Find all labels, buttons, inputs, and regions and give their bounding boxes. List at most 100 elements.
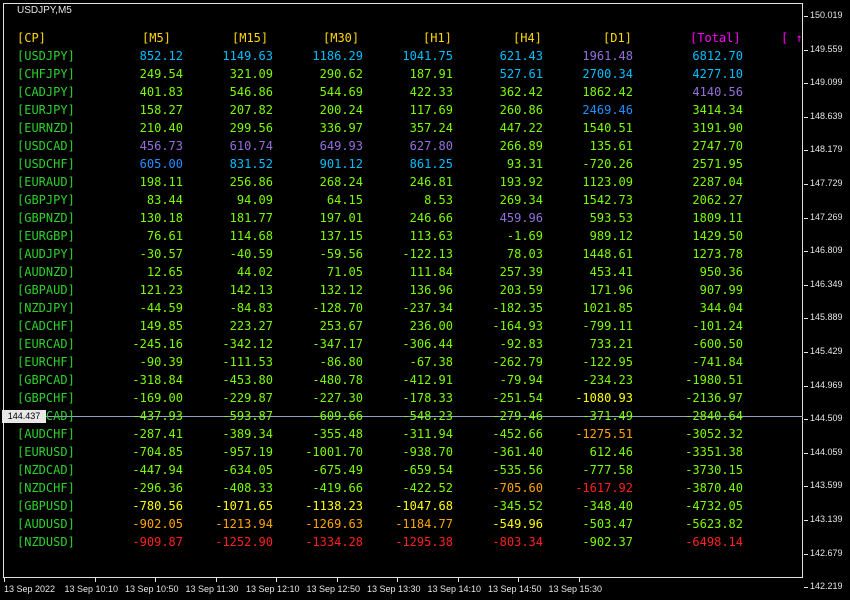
price-label: 148.639 — [810, 110, 843, 121]
d1-value: 171.96 — [589, 283, 633, 297]
h1-value: 357.24 — [409, 121, 453, 135]
h1-value: 117.69 — [409, 103, 453, 117]
m15-value: 142.13 — [229, 283, 273, 297]
m5-value: -245.16 — [132, 337, 183, 351]
time-tick — [94, 578, 96, 582]
pair-label: [USDJPY] — [17, 49, 75, 63]
total-value: 907.99 — [699, 283, 743, 297]
h1-value: 422.33 — [409, 85, 453, 99]
time-axis[interactable]: 13 Sep 2022 13 Sep 10:10 13 Sep 10:50 13 Se… — [0, 578, 804, 600]
m30-value: -1269.63 — [305, 517, 363, 531]
h4-value: 621.43 — [499, 49, 543, 63]
time-tick — [215, 578, 217, 582]
d1-value: 453.41 — [589, 265, 633, 279]
m15-value: -84.83 — [229, 301, 273, 315]
m5-value: 149.85 — [139, 319, 183, 333]
pair-label: [GBPCHF] — [17, 391, 75, 405]
total-value: -600.50 — [692, 337, 743, 351]
price-tick — [804, 184, 808, 185]
d1-value: 2700.34 — [582, 67, 633, 81]
h1-value: 246.81 — [409, 175, 453, 189]
price-tick — [804, 251, 808, 253]
h1-value: -422.52 — [402, 481, 453, 495]
total-value: -3870.40 — [685, 481, 743, 495]
m15-value: -229.87 — [222, 391, 273, 405]
price-tick — [804, 452, 808, 454]
m5-value: -90.39 — [139, 355, 183, 369]
m30-value: 649.93 — [319, 139, 363, 153]
h4-value: -164.93 — [492, 319, 543, 333]
h4-value: -803.34 — [492, 535, 543, 549]
price-tick — [804, 587, 808, 589]
h4-value: -549.96 — [492, 517, 543, 531]
d1-value: -720.26 — [582, 157, 633, 171]
m5-value: -909.87 — [132, 535, 183, 549]
pair-label: [EURCHF] — [17, 355, 75, 369]
m15-value: -1252.90 — [215, 535, 273, 549]
d1-value: -348.40 — [582, 499, 633, 513]
time-label: 13 Sep 15:30 — [548, 584, 603, 594]
m15-value: 223.27 — [229, 319, 273, 333]
h1-value: 627.80 — [409, 139, 453, 153]
m30-value: 71.05 — [326, 265, 363, 279]
d1-value: 1961.48 — [582, 49, 633, 63]
m5-value: 76.61 — [146, 229, 183, 243]
price-tick — [804, 486, 808, 488]
pair-label: [EURCAD] — [17, 337, 75, 351]
m15-value: 207.82 — [229, 103, 273, 117]
price-tick — [804, 520, 808, 521]
d1-value: -799.11 — [582, 319, 633, 333]
h1-value: -1047.68 — [395, 499, 453, 513]
m5-value: 456.73 — [139, 139, 183, 153]
time-tick — [155, 578, 156, 582]
price-scale[interactable]: 150.019 149.559 149.099 148.639 148.179 147.7… — [804, 0, 850, 600]
m30-value: -419.66 — [312, 481, 363, 495]
pair-label: [GBPAUD] — [17, 283, 75, 297]
h1-value: -306.44 — [402, 337, 453, 351]
m15-value: 831.52 — [229, 157, 273, 171]
m5-value: -169.00 — [132, 391, 183, 405]
m30-value: -1001.70 — [305, 445, 363, 459]
header-cp: [CP] — [17, 31, 46, 45]
price-tick — [804, 419, 808, 421]
m5-value: 83.44 — [146, 193, 183, 207]
m5-value: -437.93 — [132, 409, 183, 423]
price-tick — [804, 352, 808, 353]
h1-value: 111.84 — [409, 265, 453, 279]
total-value: -3351.38 — [685, 445, 743, 459]
price-tick — [804, 284, 808, 286]
time-label: 13 Sep 13:30 — [367, 584, 421, 594]
m30-value: -675.49 — [312, 463, 363, 477]
h4-value: 93.31 — [506, 157, 543, 171]
d1-value: 135.61 — [589, 139, 633, 153]
pair-label: [GBPCAD] — [17, 373, 75, 387]
time-label: 13 Sep 14:50 — [488, 584, 542, 594]
m15-value: -1071.65 — [215, 499, 273, 513]
h1-value: -67.38 — [409, 355, 453, 369]
total-value: 1429.50 — [692, 229, 743, 243]
price-label: 143.599 — [810, 480, 843, 491]
pair-label: [NZDUSD] — [17, 535, 75, 549]
m5-value: 852.12 — [139, 49, 183, 63]
time-tick — [336, 578, 338, 582]
total-value: -5623.82 — [685, 517, 743, 531]
h4-value: -361.40 — [492, 445, 543, 459]
price-label: 144.059 — [810, 446, 843, 457]
m5-value: 130.18 — [139, 211, 183, 225]
time-label: 13 Sep 11:30 — [185, 584, 239, 594]
price-label: 145.429 — [810, 346, 843, 356]
pair-label: [GBPJPY] — [17, 193, 75, 207]
total-value: -1980.51 — [685, 373, 743, 387]
price-label: 142.219 — [810, 581, 843, 592]
m5-value: -296.36 — [132, 481, 183, 495]
chart-window[interactable]: USDJPY,M5 [CP] [M5] [M15] [M30] [H1] [H4… — [0, 0, 850, 600]
h4-value: -79.94 — [499, 373, 543, 387]
time-tick — [578, 578, 580, 582]
h1-value: 8.53 — [424, 193, 453, 207]
h1-value: 113.63 — [409, 229, 453, 243]
d1-value: 733.21 — [589, 337, 633, 351]
price-tick — [804, 318, 808, 320]
d1-value: 1862.42 — [582, 85, 633, 99]
m15-value: 321.09 — [229, 67, 273, 81]
m5-value: -780.56 — [132, 499, 183, 513]
